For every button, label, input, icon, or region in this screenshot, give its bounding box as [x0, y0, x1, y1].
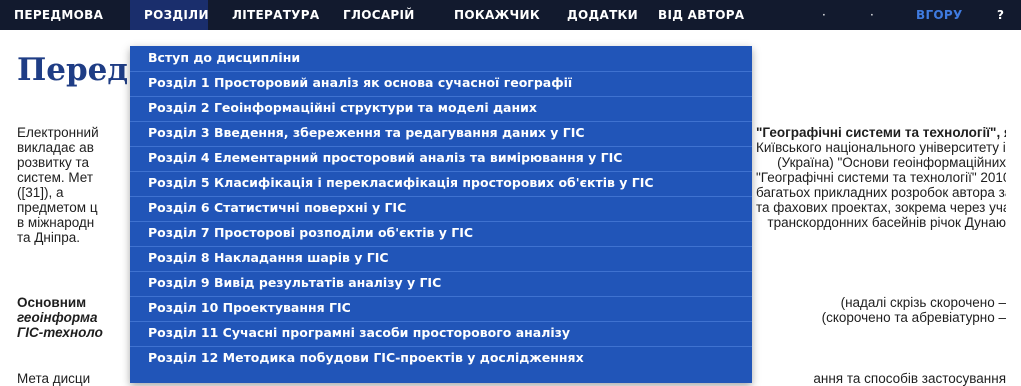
paragraph-2-right: (надалі скрізь скорочено – (скорочено та…: [756, 295, 1006, 325]
text-line: розвитку та: [17, 155, 90, 170]
text-line: багатьох прикладних розробок автора за: [756, 185, 1006, 200]
menu-item-rozdil-3[interactable]: Розділ 3 Введення, збереження та редагув…: [130, 121, 752, 146]
paragraph-2-left: Основним геоінформа ГІС-техноло: [17, 295, 129, 340]
text-line: "Географічні системи та технології", яку: [756, 125, 1006, 140]
text-line: та Дніпра.: [17, 230, 80, 245]
nav-item-literatura[interactable]: ЛІТЕРАТУРА: [232, 0, 319, 30]
menu-item-rozdil-11[interactable]: Розділ 11 Сучасні програмні засоби прост…: [130, 321, 752, 346]
menu-item-rozdil-1[interactable]: Розділ 1 Просторовий аналіз як основа су…: [130, 71, 752, 96]
text-line: ГІС-техноло: [17, 325, 103, 340]
menu-item-rozdil-12[interactable]: Розділ 12 Методика побудови ГІС-проектів…: [130, 346, 752, 371]
text-line: Електронний: [17, 125, 99, 140]
nav-item-dodatky[interactable]: ДОДАТКИ: [567, 0, 638, 30]
text-line: (надалі скрізь скорочено –: [840, 295, 1006, 310]
text-line: (скорочено та абревіатурно –: [821, 310, 1006, 325]
text-line: ([31]), а: [17, 185, 64, 200]
text-line: Київського національного університету ім…: [756, 140, 1006, 155]
top-navigation-bar: ПЕРЕДМОВА РОЗДІЛИ ЛІТЕРАТУРА ГЛОСАРІЙ ПО…: [0, 0, 1021, 30]
text-line: транскордонних басейнів річок Дунаю: [767, 215, 1006, 230]
text-line: (Україна) "Основи геоінформаційних: [777, 155, 1006, 170]
page-title: Перед: [17, 52, 129, 88]
menu-item-rozdil-8[interactable]: Розділ 8 Накладання шарів у ГІС: [130, 246, 752, 271]
text-line: та фахових проектах, зокрема через участ…: [756, 200, 1006, 215]
text-line: систем. Мет: [17, 170, 94, 185]
help-link[interactable]: ?: [997, 0, 1004, 30]
paragraph-3-left: Мета дисци: [17, 371, 91, 386]
menu-item-rozdil-2[interactable]: Розділ 2 Геоінформаційні структури та мо…: [130, 96, 752, 121]
text-line: предметом ц: [17, 200, 98, 215]
text-line: в міжнародн: [17, 215, 95, 230]
nav-item-vhoru[interactable]: ВГОРУ: [916, 0, 963, 30]
text-line: геоінформа: [17, 310, 98, 325]
menu-item-rozdil-5[interactable]: Розділ 5 Класифікація і перекласифікація…: [130, 171, 752, 196]
text-line: "Географічні системи та технології" 2010…: [756, 170, 1006, 185]
nav-separator-dot: ·: [822, 8, 826, 22]
paragraph-1-right: "Географічні системи та технології", яку…: [756, 125, 1006, 230]
menu-item-rozdil-10[interactable]: Розділ 10 Проектування ГІС: [130, 296, 752, 321]
nav-separator-dot: ·: [870, 8, 874, 22]
text-line: викладає ав: [17, 140, 94, 155]
menu-item-rozdil-6[interactable]: Розділ 6 Статистичні поверхні у ГІС: [130, 196, 752, 221]
menu-item-rozdil-7[interactable]: Розділ 7 Просторові розподіли об'єктів у…: [130, 221, 752, 246]
menu-item-rozdil-4[interactable]: Розділ 4 Елементарний просторовий аналіз…: [130, 146, 752, 171]
nav-item-pokazhchyk[interactable]: ПОКАЖЧИК: [454, 0, 540, 30]
nav-item-vid-avtora[interactable]: ВІД АВТОРА: [658, 0, 744, 30]
nav-item-rozdily[interactable]: РОЗДІЛИ: [144, 0, 209, 30]
nav-item-peredmova[interactable]: ПЕРЕДМОВА: [14, 0, 103, 30]
paragraph-3-right: ання та способів застосування: [813, 371, 1006, 386]
paragraph-1-left: Електронний викладає ав розвитку та сист…: [17, 125, 129, 245]
menu-item-vstup[interactable]: Вступ до дисципліни: [130, 46, 752, 71]
nav-item-glosariy[interactable]: ГЛОСАРІЙ: [343, 0, 415, 30]
sections-dropdown-menu: Вступ до дисципліни Розділ 1 Просторовий…: [130, 46, 752, 383]
text-line: Основним: [17, 295, 87, 310]
menu-item-rozdil-9[interactable]: Розділ 9 Вивід результатів аналізу у ГІС: [130, 271, 752, 296]
